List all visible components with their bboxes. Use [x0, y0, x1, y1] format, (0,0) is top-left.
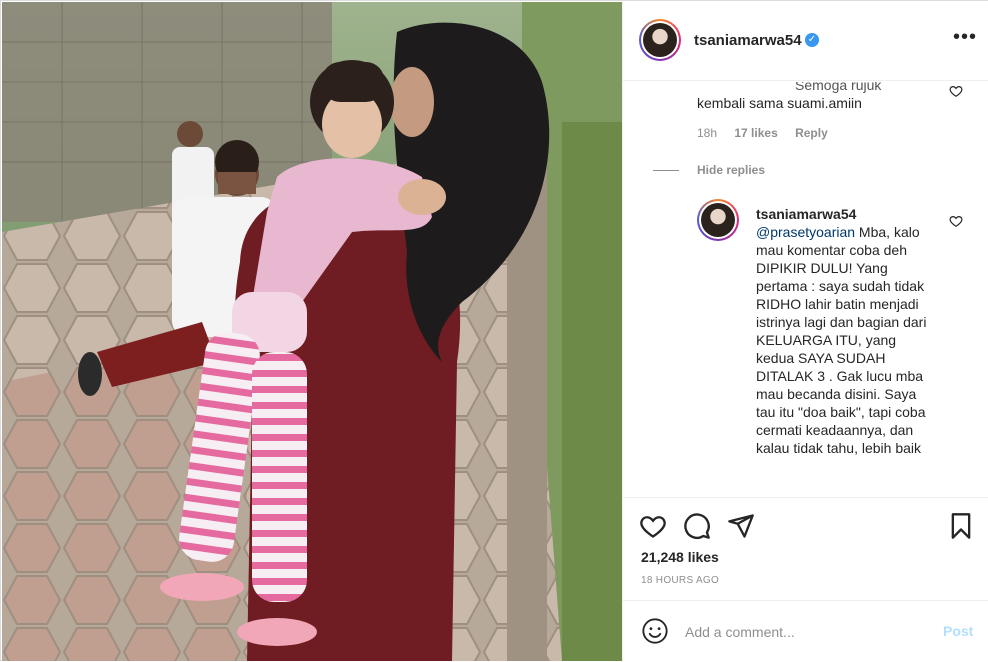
- comments-list[interactable]: Semoga rujuk kembali sama suami.amiin 18…: [623, 82, 988, 496]
- more-icon[interactable]: •••: [953, 27, 977, 53]
- reply-author-avatar[interactable]: [697, 199, 739, 241]
- comment-composer: Post: [623, 600, 988, 662]
- comment-text-line1: Semoga rujuk: [697, 82, 937, 94]
- reply-mention[interactable]: @prasetyoarian: [756, 224, 855, 240]
- post-photo-illustration: [2, 2, 622, 661]
- reply-avatar-image: [701, 203, 735, 237]
- author-avatar[interactable]: [639, 19, 681, 61]
- comment-text-line2: kembali sama suami.amiin: [697, 95, 862, 111]
- likes-count[interactable]: 21,248 likes: [641, 549, 719, 565]
- comment-icon[interactable]: [683, 512, 711, 540]
- comment-meta: 18h 17 likes Reply: [697, 126, 842, 140]
- comment-reply-button[interactable]: Reply: [795, 126, 828, 140]
- post-comment-button[interactable]: Post: [943, 623, 973, 639]
- post-actions: 21,248 likes 18 HOURS AGO: [623, 497, 988, 599]
- verified-badge-icon: ✓: [805, 33, 819, 47]
- reply-avatar-inner: [699, 201, 737, 239]
- post-side-panel: tsaniamarwa54 ✓ ••• Semoga rujuk kembali…: [622, 1, 988, 662]
- emoji-icon[interactable]: [641, 617, 669, 645]
- save-bookmark-icon[interactable]: [947, 512, 975, 540]
- comment-age: 18h: [697, 126, 718, 140]
- comment-input[interactable]: [685, 621, 915, 643]
- hide-replies-line: [653, 170, 679, 171]
- post-photo[interactable]: [2, 2, 622, 661]
- comment-line1-content: Semoga rujuk: [795, 82, 882, 93]
- comment-text: Semoga rujuk kembali sama suami.amiin: [697, 82, 937, 112]
- reply-username[interactable]: tsaniamarwa54: [756, 205, 936, 223]
- author-username[interactable]: tsaniamarwa54: [694, 32, 802, 49]
- hide-replies-button[interactable]: Hide replies: [653, 163, 766, 177]
- author-avatar-inner: [641, 21, 679, 59]
- hide-replies-label: Hide replies: [697, 163, 766, 177]
- reply-text: Mba, kalo mau komentar coba deh DIPIKIR …: [756, 224, 927, 456]
- comment-likes-count[interactable]: 17 likes: [734, 126, 777, 140]
- share-icon[interactable]: [727, 512, 755, 540]
- instagram-post-modal: tsaniamarwa54 ✓ ••• Semoga rujuk kembali…: [0, 0, 988, 662]
- author-avatar-image: [643, 23, 677, 57]
- reply-comment: tsaniamarwa54 @prasetyoarian Mba, kalo m…: [756, 205, 936, 457]
- comment-like-heart-icon[interactable]: [949, 84, 963, 98]
- like-heart-icon[interactable]: [639, 512, 667, 540]
- post-header: tsaniamarwa54 ✓ •••: [623, 1, 988, 81]
- post-timestamp: 18 HOURS AGO: [641, 575, 720, 586]
- reply-like-heart-icon[interactable]: [949, 214, 963, 228]
